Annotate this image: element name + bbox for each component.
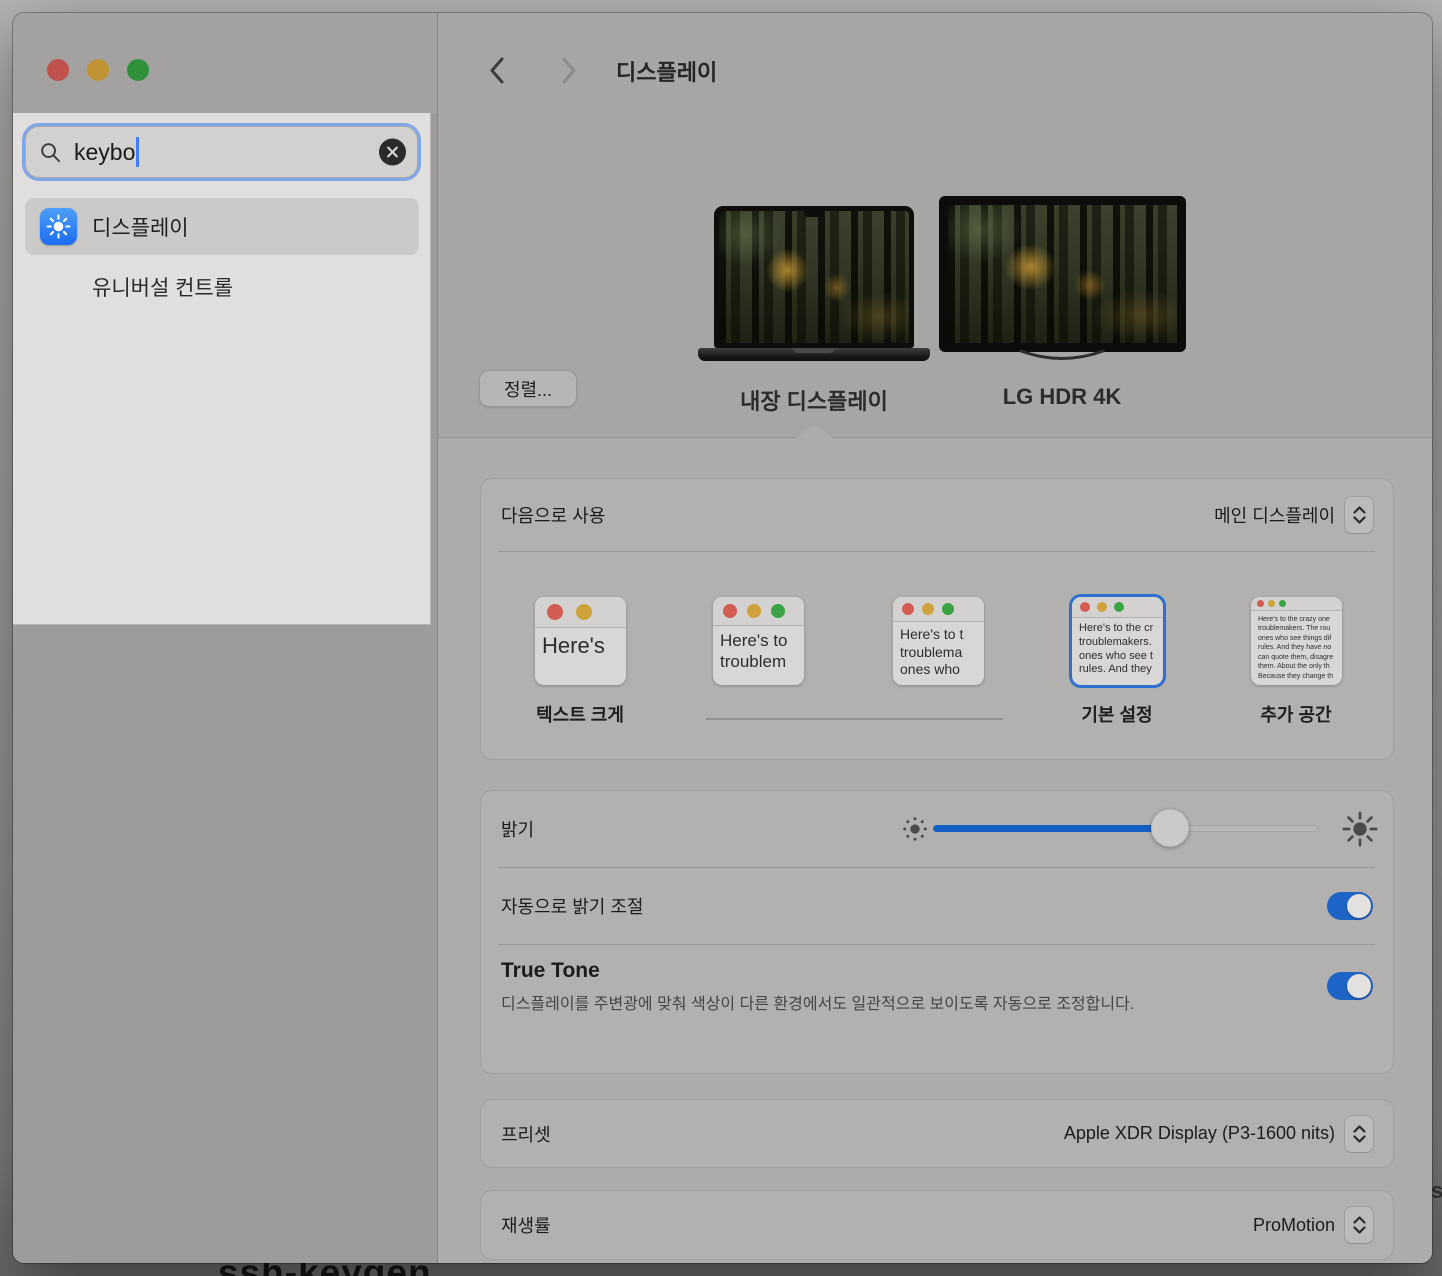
search-result-universal-control[interactable]: 유니버설 컨트롤 [25, 265, 419, 309]
chevron-down-icon [1353, 1226, 1366, 1234]
search-result-label: 디스플레이 [92, 212, 189, 242]
sidebar: keybo [13, 13, 437, 1263]
brightness-thumb[interactable] [1151, 809, 1189, 847]
brightness-track[interactable] [933, 825, 1318, 832]
chevron-up-icon [1353, 1125, 1366, 1133]
forward-button[interactable] [554, 55, 584, 85]
refresh-rate-dropdown[interactable] [1345, 1207, 1373, 1243]
preset-row: 프리셋 Apple XDR Display (P3-1600 nits) [481, 1100, 1393, 1167]
auto-brightness-label: 자동으로 밝기 조절 [501, 893, 643, 919]
chevron-down-icon [1353, 1135, 1366, 1143]
scaling-option-3[interactable]: Here's to ttroublemaones who [893, 597, 984, 685]
laptop-notch [804, 211, 824, 217]
scaling-option-more-space[interactable]: Here's to the crazy onetroublemakers. Th… [1251, 597, 1342, 685]
builtin-display-wallpaper [719, 211, 909, 343]
minimize-button[interactable] [87, 59, 109, 81]
arrange-button-label: 정렬... [504, 376, 552, 402]
toggle-knob [1347, 894, 1371, 918]
system-settings-window: keybo [13, 13, 1432, 1263]
refresh-rate-row: 재생률 ProMotion [481, 1191, 1393, 1259]
brightness-label: 밝기 [501, 816, 534, 842]
sun-bright-icon [1341, 810, 1379, 848]
builtin-display-thumbnail[interactable] [714, 206, 914, 348]
monitor-stand [1017, 349, 1107, 365]
scaling-option-larger-text[interactable]: Here's [535, 597, 626, 685]
scaling-option-2[interactable]: Here's totroublem [713, 597, 804, 685]
separator [499, 944, 1375, 945]
brightness-card: 밝기 [481, 791, 1393, 1073]
preset-dropdown[interactable] [1345, 1116, 1373, 1152]
scaling-track-line [706, 718, 1003, 720]
search-result-label: 유니버설 컨트롤 [92, 272, 233, 302]
preset-value: Apple XDR Display (P3-1600 nits) [1064, 1123, 1335, 1144]
zoom-button[interactable] [127, 59, 149, 81]
x-circle-icon [386, 146, 399, 159]
true-tone-block: True Tone 디스플레이를 주변광에 맞춰 색상이 다른 환경에서도 일관… [501, 959, 1261, 1018]
page-title: 디스플레이 [616, 55, 717, 87]
desktop: ssh-keygen s keybo [0, 0, 1442, 1276]
refresh-rate-label: 재생률 [501, 1212, 551, 1238]
scaling-label-default: 기본 설정 [1037, 701, 1197, 727]
close-button[interactable] [47, 59, 69, 81]
external-display-thumbnail[interactable] [939, 196, 1186, 352]
settings-area: 다음으로 사용 메인 디스플레이 [438, 437, 1432, 1263]
chevron-up-icon [1353, 1216, 1366, 1224]
scaling-label-larger-text: 텍스트 크게 [500, 701, 660, 727]
auto-brightness-toggle[interactable] [1327, 892, 1373, 920]
search-results-panel: keybo [13, 113, 431, 625]
chevron-right-icon [561, 57, 577, 84]
refresh-rate-value: ProMotion [1253, 1215, 1335, 1236]
scaling-option-default[interactable]: Here's to the crtroublemakers.ones who s… [1072, 597, 1163, 685]
brightness-fill [933, 825, 1170, 832]
search-icon [39, 141, 62, 164]
builtin-display-name: 내장 디스플레이 [684, 384, 944, 416]
true-tone-description: 디스플레이를 주변광에 맞춰 색상이 다른 환경에서도 일관적으로 보이도록 자… [501, 993, 1261, 1018]
external-display-name: LG HDR 4K [932, 384, 1192, 410]
external-display-wallpaper [948, 205, 1177, 343]
use-as-row: 다음으로 사용 메인 디스플레이 [481, 479, 1393, 551]
laptop-base [698, 348, 930, 361]
use-as-label: 다음으로 사용 [501, 502, 605, 528]
chevron-up-icon [1353, 506, 1366, 514]
chevron-left-icon [489, 57, 505, 84]
clear-search-button[interactable] [379, 139, 406, 166]
back-button[interactable] [482, 55, 512, 85]
scaling-label-more-space: 추가 공간 [1216, 701, 1376, 727]
preset-label: 프리셋 [501, 1121, 551, 1147]
text-cursor [136, 137, 139, 167]
refresh-rate-card: 재생률 ProMotion [481, 1191, 1393, 1259]
sun-dim-icon [901, 815, 929, 843]
use-as-value: 메인 디스플레이 [1214, 502, 1335, 528]
background-partial-text-right: s [1431, 1178, 1442, 1204]
use-as-dropdown[interactable] [1345, 497, 1373, 533]
display-settings-pane: 디스플레이 내장 디스플레이 LG HDR 4K 정렬... [437, 13, 1432, 1263]
search-input[interactable]: keybo [22, 123, 421, 181]
selected-display-caret [795, 425, 833, 438]
true-tone-label: True Tone [501, 959, 1261, 983]
arrange-button[interactable]: 정렬... [479, 370, 577, 407]
search-query-text: keybo [74, 139, 135, 166]
auto-brightness-row: 자동으로 밝기 조절 [481, 867, 1393, 944]
true-tone-toggle[interactable] [1327, 972, 1373, 1000]
search-result-display[interactable]: 디스플레이 [25, 198, 419, 255]
separator [499, 551, 1375, 552]
brightness-sun-icon [40, 208, 77, 245]
chevron-down-icon [1353, 516, 1366, 524]
preset-card: 프리셋 Apple XDR Display (P3-1600 nits) [481, 1100, 1393, 1167]
sidebar-titlebar [13, 13, 437, 113]
toggle-knob [1347, 974, 1371, 998]
resolution-card: 다음으로 사용 메인 디스플레이 [481, 479, 1393, 759]
